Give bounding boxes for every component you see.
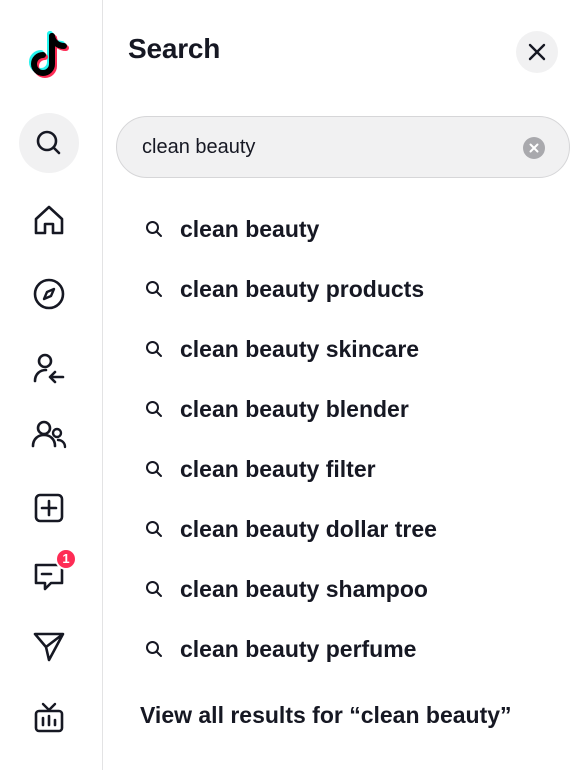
nav-following[interactable] <box>19 338 79 398</box>
tiktok-logo[interactable] <box>26 30 72 80</box>
search-input[interactable] <box>140 134 504 160</box>
search-box <box>116 116 570 178</box>
suggestion-item[interactable]: clean beauty skincare <box>144 319 437 379</box>
suggestion-item[interactable]: clean beauty <box>144 199 437 259</box>
notification-badge: 1 <box>55 548 77 570</box>
suggestion-list: clean beauty clean beauty products clean… <box>144 199 437 679</box>
suggestion-item[interactable]: clean beauty products <box>144 259 437 319</box>
nav-messages[interactable] <box>19 616 79 676</box>
upload-icon <box>34 493 64 523</box>
suggestion-text: clean beauty filter <box>180 455 376 482</box>
live-icon <box>34 702 64 733</box>
close-icon <box>528 43 546 61</box>
nav-inbox[interactable]: 1 <box>19 546 79 606</box>
suggestion-text: clean beauty perfume <box>180 635 417 662</box>
suggestion-text: clean beauty dollar tree <box>180 515 437 542</box>
nav-explore[interactable] <box>19 264 79 324</box>
search-icon <box>144 219 164 239</box>
search-icon <box>144 519 164 539</box>
following-icon <box>33 353 65 384</box>
suggestion-text: clean beauty blender <box>180 395 409 422</box>
nav-live[interactable] <box>19 688 79 748</box>
nav-upload[interactable] <box>19 478 79 538</box>
search-icon <box>144 399 164 419</box>
clear-icon <box>529 143 539 153</box>
suggestion-item[interactable]: clean beauty filter <box>144 439 437 499</box>
suggestion-text: clean beauty shampoo <box>180 575 428 602</box>
suggestion-item[interactable]: clean beauty blender <box>144 379 437 439</box>
friends-icon <box>31 420 67 449</box>
suggestion-item[interactable]: clean beauty shampoo <box>144 559 437 619</box>
suggestion-item[interactable]: clean beauty dollar tree <box>144 499 437 559</box>
messages-icon <box>33 632 65 662</box>
panel-title: Search <box>128 33 221 64</box>
suggestion-text: clean beauty products <box>180 275 425 302</box>
suggestion-text: clean beauty skincare <box>180 335 420 362</box>
search-icon <box>144 639 164 659</box>
explore-icon <box>33 278 65 310</box>
search-icon <box>36 130 61 155</box>
search-icon <box>144 279 164 299</box>
nav-friends[interactable] <box>19 404 79 464</box>
search-icon <box>144 339 164 359</box>
home-icon <box>34 205 64 235</box>
search-icon <box>144 579 164 599</box>
clear-search-button[interactable] <box>523 137 545 159</box>
search-panel: Search clean beauty clean beauty clean b… <box>104 0 586 770</box>
view-all-results-link[interactable]: View all results for “clean beauty” <box>140 702 512 729</box>
close-button[interactable] <box>516 31 558 73</box>
suggestion-item[interactable]: clean beauty perfume <box>144 619 437 679</box>
nav-search[interactable] <box>19 113 79 173</box>
suggestion-text: clean beauty <box>180 215 320 242</box>
search-icon <box>144 459 164 479</box>
sidebar-nav: 1 <box>0 0 103 770</box>
nav-home[interactable] <box>19 190 79 250</box>
